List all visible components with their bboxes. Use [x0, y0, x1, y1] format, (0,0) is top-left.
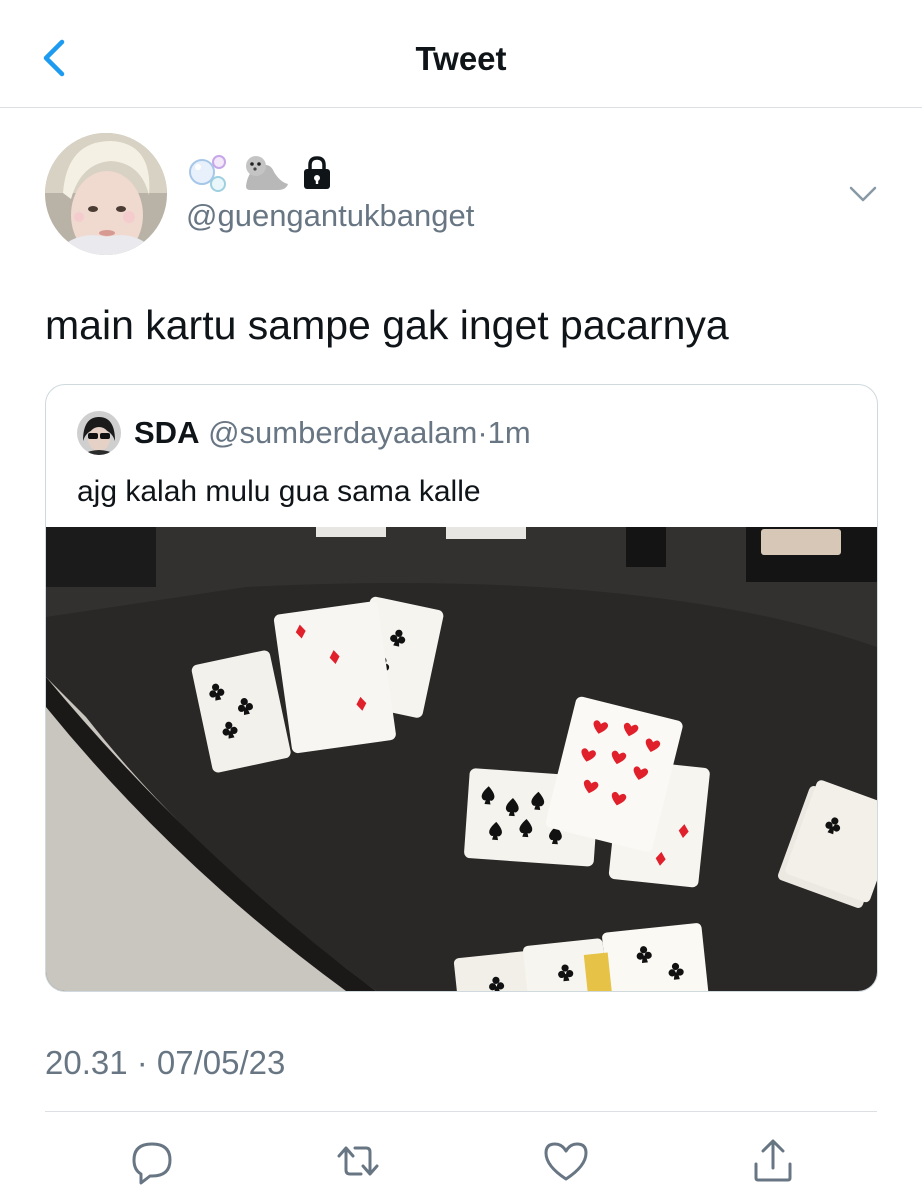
quote-handle[interactable]: @sumberdayaalam — [208, 415, 477, 450]
quote-header: SDA @sumberdayaalam·1m — [134, 415, 531, 451]
reply-icon — [132, 1142, 172, 1185]
seal-emoji — [246, 156, 288, 190]
quote-media-photo[interactable] — [46, 527, 877, 991]
quote-time: 1m — [487, 415, 531, 450]
tweet-timestamp[interactable]: 20.31 · 07/05/23 — [45, 1044, 285, 1082]
lock-icon — [304, 156, 330, 189]
divider — [45, 1111, 877, 1112]
reply-button[interactable] — [127, 1136, 177, 1186]
share-icon — [754, 1139, 792, 1182]
retweet-icon — [337, 1146, 379, 1176]
bubbles-emoji — [189, 155, 226, 192]
quote-name[interactable]: SDA — [134, 415, 199, 450]
tweet-text: main kartu sampe gak inget pacarnya — [45, 302, 729, 348]
page-title: Tweet — [415, 40, 507, 77]
chevron-down-icon — [849, 186, 877, 202]
display-name[interactable] — [186, 152, 334, 194]
share-button[interactable] — [748, 1136, 798, 1186]
quote-text: ajg kalah mulu gua sama kalle — [77, 475, 481, 508]
tweet-menu-button[interactable] — [846, 180, 880, 208]
avatar[interactable] — [45, 133, 167, 255]
like-icon — [544, 1142, 588, 1181]
quote-avatar[interactable] — [77, 411, 121, 455]
quoted-tweet[interactable]: SDA @sumberdayaalam·1m ajg kalah mulu gu… — [45, 384, 878, 992]
retweet-button[interactable] — [333, 1136, 383, 1186]
top-bar: Tweet — [0, 0, 922, 108]
like-button[interactable] — [541, 1136, 591, 1186]
author-handle[interactable]: @guengantukbanget — [186, 198, 474, 234]
quote-separator: · — [477, 415, 488, 450]
